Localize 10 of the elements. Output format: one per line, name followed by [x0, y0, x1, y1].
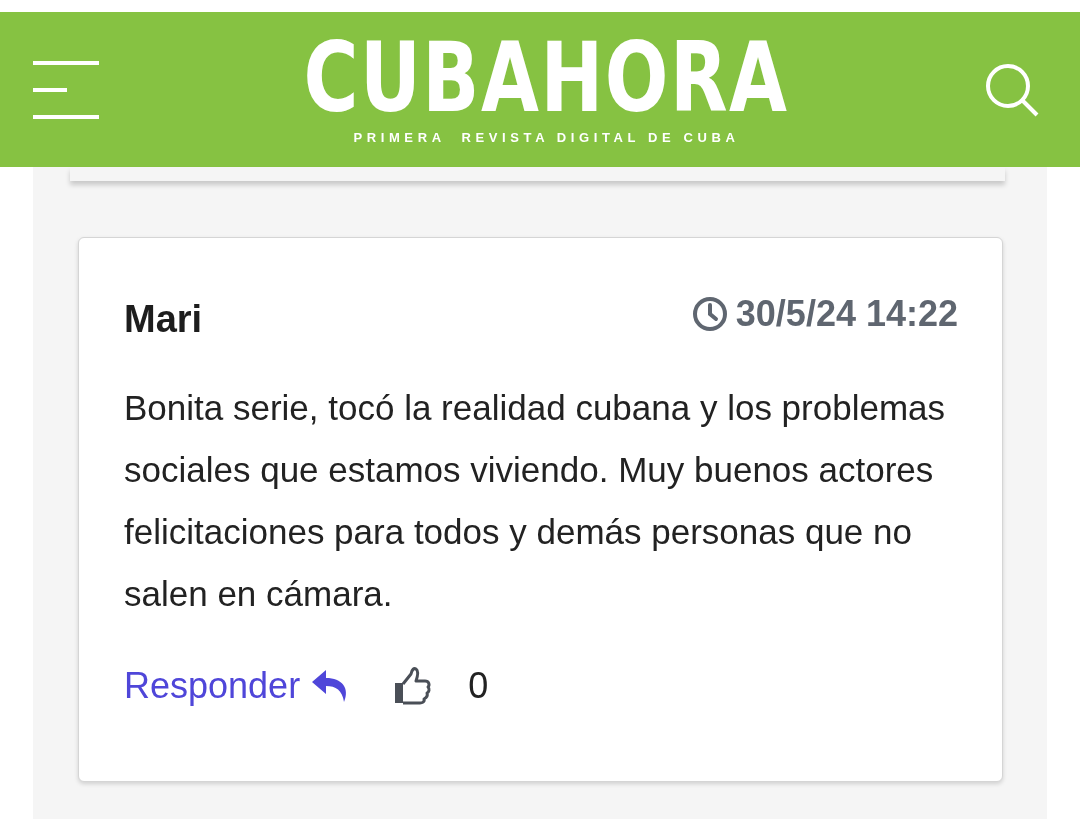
comment-time: 30/5/24 14:22 [735, 292, 958, 335]
like-count: 0 [468, 665, 489, 707]
search-icon[interactable] [984, 61, 1040, 118]
thumbs-up-icon[interactable] [392, 666, 433, 706]
site-tagline: PRIMERA REVISTA DIGITAL DE CUBA [353, 130, 740, 145]
reply-link[interactable]: Responder [124, 665, 351, 707]
comment-text: Bonita serie, tocó la realidad cubana y los problemas sociales que estamos viviendo. Muy buenos actores felicitaciones para todos y demás personas que no salen en cámara. [124, 387, 947, 615]
clock-icon [691, 295, 728, 332]
menu-icon[interactable] [33, 60, 99, 119]
comment-author: Mari [124, 298, 203, 341]
